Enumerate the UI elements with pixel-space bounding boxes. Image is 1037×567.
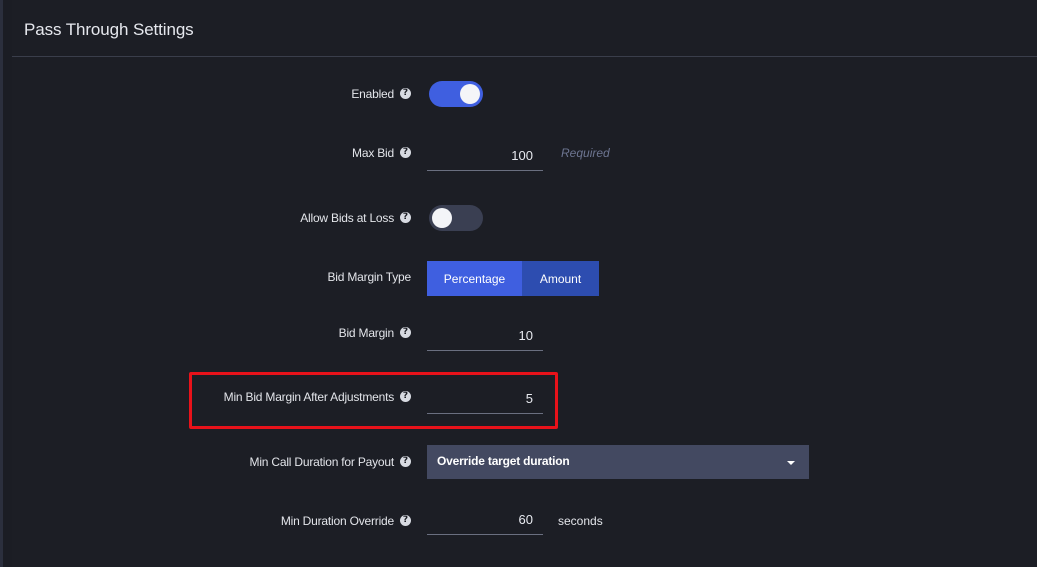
question-circle-icon[interactable]: ? (400, 391, 411, 402)
min-bid-margin-after-adjustments-label: Min Bid Margin After Adjustments (223, 390, 395, 404)
bid-margin-label: Bid Margin (338, 326, 395, 340)
title-divider (12, 56, 1037, 57)
allow-bids-at-loss-toggle[interactable] (429, 205, 483, 231)
amount-button[interactable]: Amount (522, 261, 599, 296)
percentage-button[interactable]: Percentage (427, 261, 522, 296)
toggle-knob (460, 84, 480, 104)
min-call-duration-label: Min Call Duration for Payout (249, 455, 395, 469)
app-frame: Pass Through Settings Enabled ? Max Bid … (0, 0, 1037, 567)
enabled-toggle[interactable] (429, 81, 483, 107)
toggle-knob (432, 208, 452, 228)
select-value: Override target duration (437, 454, 570, 468)
panel-title: Pass Through Settings (24, 20, 194, 39)
bid-margin-type-segmented: Percentage Amount (427, 261, 599, 296)
caret-down-icon (787, 461, 795, 465)
max-bid-required-hint: Required (561, 146, 610, 160)
enabled-label: Enabled (351, 87, 394, 101)
question-circle-icon[interactable]: ? (400, 147, 411, 158)
left-edge-accent (0, 0, 3, 567)
max-bid-input[interactable] (427, 141, 543, 171)
allow-bids-at-loss-label: Allow Bids at Loss (300, 211, 394, 225)
bid-margin-type-label: Bid Margin Type (327, 270, 412, 284)
bid-margin-input[interactable] (427, 321, 543, 351)
min-bid-margin-input[interactable] (427, 384, 543, 414)
question-circle-icon[interactable]: ? (400, 515, 411, 526)
question-circle-icon[interactable]: ? (400, 456, 411, 467)
max-bid-label: Max Bid (352, 146, 394, 160)
question-circle-icon[interactable]: ? (400, 212, 411, 223)
min-duration-override-input[interactable] (427, 505, 543, 535)
min-call-duration-select[interactable]: Override target duration (427, 445, 809, 479)
question-circle-icon[interactable]: ? (400, 327, 411, 338)
question-circle-icon[interactable]: ? (400, 88, 411, 99)
min-duration-override-label: Min Duration Override (280, 514, 394, 528)
seconds-unit: seconds (558, 514, 603, 528)
